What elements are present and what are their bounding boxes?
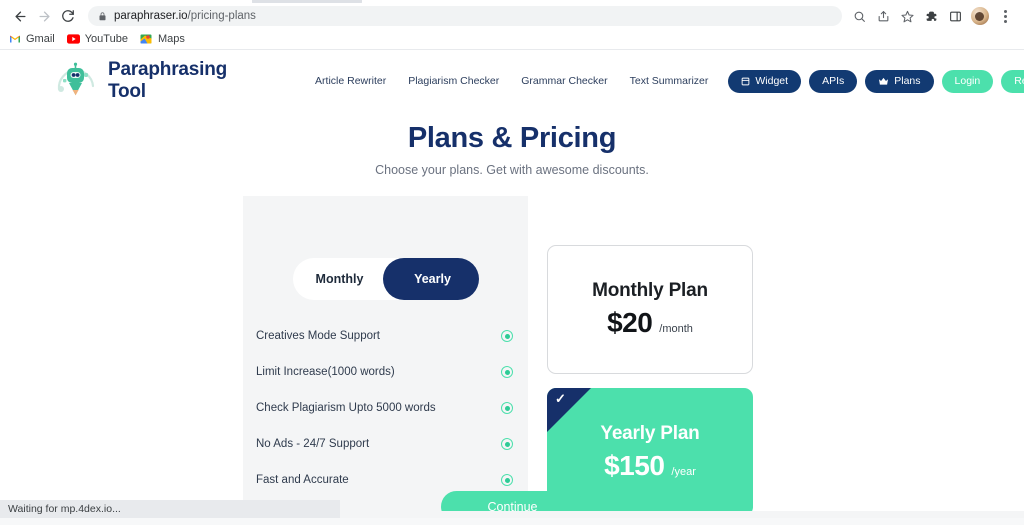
plan-price: $20 [607,307,653,338]
web-page: Paraphrasing Tool Article Rewriter Plagi… [0,50,1024,511]
feature-row: No Ads - 24/7 Support [256,426,528,462]
chrome-menu-icon[interactable] [994,5,1016,27]
plan-period: /year [671,465,696,478]
plan-name: Monthly Plan [592,280,708,301]
apis-button-label: APIs [822,75,845,87]
bookmark-label: Gmail [26,32,55,45]
feature-check-icon [501,438,513,450]
selected-ribbon [547,388,591,432]
feature-check-icon [501,402,513,414]
register-button[interactable]: Register [1001,69,1024,93]
side-panel-icon[interactable] [944,5,966,27]
feature-check-icon [501,330,513,342]
login-button-label: Login [954,75,981,87]
toolbar-icon-group [848,5,1016,27]
billing-toggle[interactable]: Monthly Yearly [293,258,479,300]
feature-check-icon [501,474,513,486]
pricing-section: Monthly Yearly Creatives Mode Support Li… [243,196,783,511]
feature-row: Limit Increase(1000 words) [256,354,528,390]
feature-row: Creatives Mode Support [256,318,528,354]
plan-card-monthly[interactable]: Monthly Plan $20 /month [547,245,753,374]
feature-label: Fast and Accurate [256,474,349,486]
gmail-icon [8,33,21,46]
maps-icon [140,33,153,46]
widget-icon [741,77,750,86]
feature-row: Check Plagiarism Upto 5000 words [256,390,528,426]
billing-toggle-wrapper: Monthly Yearly [293,258,479,300]
site-header: Paraphrasing Tool Article Rewriter Plagi… [0,50,1024,112]
extensions-puzzle-icon[interactable] [920,5,942,27]
status-bar: Waiting for mp.4dex.io... [0,500,340,518]
bookmark-gmail[interactable]: Gmail [8,33,55,46]
feature-label: Creatives Mode Support [256,330,381,342]
bookmark-maps[interactable]: Maps [140,33,185,46]
profile-avatar[interactable] [971,7,989,25]
robot-pencil-mascot-logo [53,59,99,103]
browser-toolbar: paraphraser.io/pricing-plans [0,3,1024,29]
crown-icon [878,77,889,86]
nav-link-text-summarizer[interactable]: Text Summarizer [630,75,709,87]
login-button[interactable]: Login [941,69,994,93]
check-icon: ✓ [555,391,566,406]
features-panel: Monthly Yearly Creatives Mode Support Li… [243,196,528,511]
forward-arrow-icon[interactable] [32,4,56,28]
youtube-icon [66,33,80,46]
billing-toggle-yearly[interactable]: Yearly [386,258,479,300]
hero-section: Plans & Pricing Choose your plans. Get w… [0,122,1024,177]
nav-link-grammar-checker[interactable]: Grammar Checker [521,75,607,87]
address-bar[interactable]: paraphraser.io/pricing-plans [88,6,842,26]
bookmark-youtube[interactable]: YouTube [66,32,128,46]
page-title: Plans & Pricing [407,122,617,154]
feature-label: Limit Increase(1000 words) [256,366,395,378]
register-button-label: Register [1014,75,1024,87]
plan-card-yearly[interactable]: ✓ Yearly Plan $150 /year [547,388,753,511]
plan-price-row: $150 /year [604,450,696,482]
brand-name: Paraphrasing Tool [108,59,228,102]
plan-price-row: $20 /month [607,307,693,339]
plan-name: Yearly Plan [600,422,700,444]
search-icon[interactable] [848,5,870,27]
browser-window: paraphraser.io/pricing-plans Gmail YouTu… [0,0,1024,525]
plan-price: $150 [604,449,665,481]
nav-link-article-rewriter[interactable]: Article Rewriter [315,75,386,87]
page-bottom-edge [0,518,1024,525]
bookmarks-bar: Gmail YouTube Maps [0,29,1024,49]
bookmark-label: Maps [157,32,185,45]
feature-label: Check Plagiarism Upto 5000 words [256,402,436,414]
nav-link-plagiarism-checker[interactable]: Plagiarism Checker [408,75,499,87]
feature-check-icon [501,366,513,378]
page-subtitle: Choose your plans. Get with awesome disc… [375,163,649,177]
reload-icon[interactable] [56,4,80,28]
widget-button[interactable]: Widget [728,69,802,93]
plan-period: /month [659,323,693,335]
back-arrow-icon[interactable] [8,4,32,28]
site-logo[interactable]: Paraphrasing Tool [53,59,227,103]
apis-button[interactable]: APIs [809,69,858,93]
share-icon[interactable] [872,5,894,27]
url-host: paraphraser.io [114,10,188,22]
primary-nav: Article Rewriter Plagiarism Checker Gram… [315,75,708,87]
url-path: /pricing-plans [187,10,256,22]
widget-button-label: Widget [755,75,789,87]
bookmark-star-icon[interactable] [896,5,918,27]
feature-label: No Ads - 24/7 Support [256,438,370,450]
feature-list: Creatives Mode Support Limit Increase(10… [256,318,528,498]
lock-icon [98,11,107,21]
plans-button[interactable]: Plans [865,69,934,93]
bookmark-label: YouTube [84,32,128,45]
plans-button-label: Plans [894,75,921,87]
billing-toggle-monthly[interactable]: Monthly [293,258,386,300]
continue-button[interactable]: Continue [441,491,584,511]
nav-action-buttons: Widget APIs Plans Login Register [728,69,1024,93]
